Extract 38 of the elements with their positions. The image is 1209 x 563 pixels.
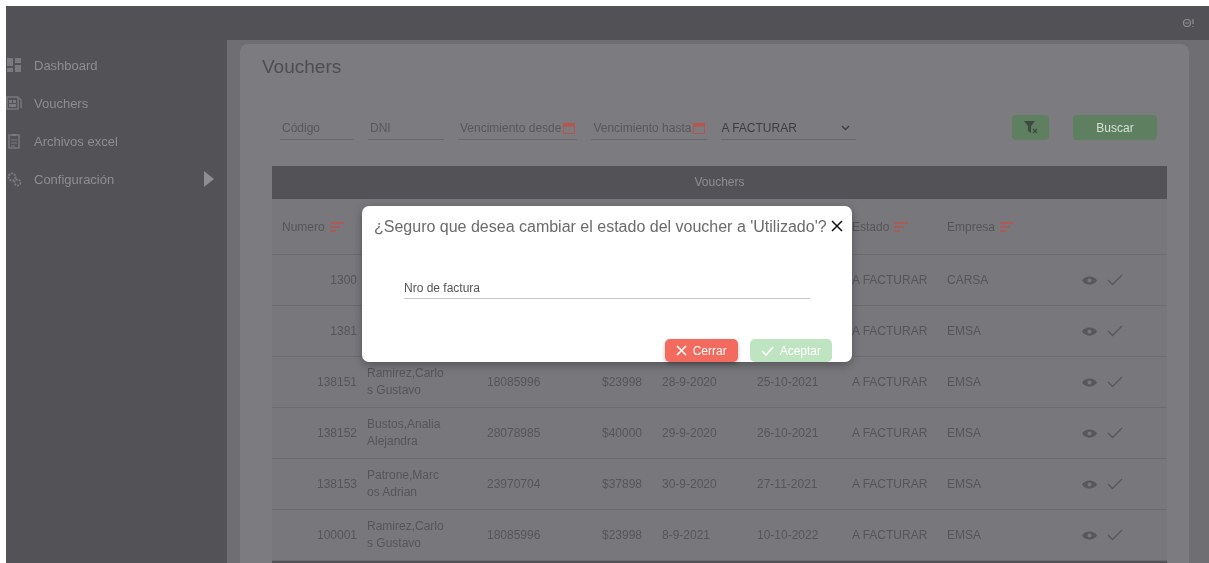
sort-icon[interactable]	[329, 221, 344, 232]
filter-icon	[1023, 121, 1038, 134]
check-icon[interactable]	[1107, 529, 1123, 541]
sort-icon[interactable]	[1000, 221, 1015, 232]
eye-icon[interactable]	[1082, 428, 1097, 438]
sidebar-item[interactable]: Archivos excel	[6, 122, 227, 160]
search-button[interactable]: Buscar	[1073, 115, 1157, 140]
calendar-icon[interactable]	[563, 122, 576, 134]
dialog-title: ¿Seguro que desea cambiar el estado del voucher a 'Utilizado'?	[374, 218, 827, 236]
gear-icon	[6, 171, 22, 187]
close-icon	[830, 219, 843, 232]
sidebar-item[interactable]: Vouchers	[6, 84, 227, 122]
eye-icon[interactable]	[1082, 275, 1097, 285]
close-icon	[675, 345, 687, 356]
invoice-number-field[interactable]: Nro de factura	[404, 278, 810, 299]
sidebar-item[interactable]: Configuración	[6, 160, 227, 198]
dashboard-icon	[6, 57, 22, 73]
check-icon[interactable]	[1107, 325, 1123, 337]
calendar-icon[interactable]	[693, 122, 706, 134]
check-icon[interactable]	[1107, 274, 1123, 286]
sort-icon[interactable]	[894, 221, 909, 232]
eye-icon[interactable]	[1082, 377, 1097, 387]
check-icon[interactable]	[1107, 427, 1123, 439]
eye-icon[interactable]	[1082, 530, 1097, 540]
chevron-icon	[840, 125, 850, 131]
check-icon[interactable]	[1107, 478, 1123, 490]
account-icon[interactable]	[1183, 18, 1195, 28]
sidebar-item[interactable]: Dashboard	[6, 46, 227, 84]
eye-icon[interactable]	[1082, 326, 1097, 336]
check-icon	[760, 345, 774, 356]
eye-icon[interactable]	[1082, 479, 1097, 489]
clipboard-icon	[6, 133, 22, 149]
close-button[interactable]: Cerrar	[664, 339, 738, 362]
status-select[interactable]: A FACTURAR	[721, 117, 856, 140]
voucher-icon	[6, 95, 22, 111]
clear-filter-button[interactable]	[1012, 115, 1049, 140]
check-icon[interactable]	[1107, 376, 1123, 388]
table-title: Vouchers	[272, 166, 1167, 199]
